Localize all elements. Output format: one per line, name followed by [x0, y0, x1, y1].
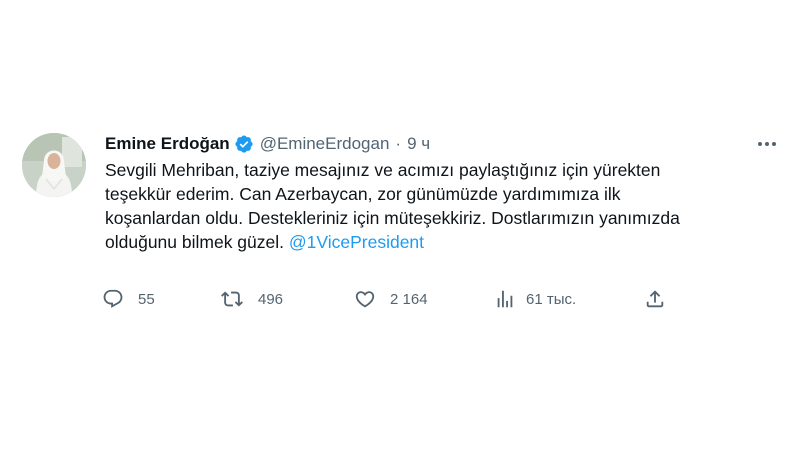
reply-icon [102, 288, 124, 310]
action-bar: 55 496 2 164 61 тыс. [102, 285, 682, 313]
tweet-text-line: koşanlardan oldu. Destekleriniz için müt… [105, 208, 680, 228]
verified-badge-icon [234, 134, 254, 154]
mention-link[interactable]: @1VicePresident [289, 232, 424, 252]
author-handle[interactable]: @EmineErdogan [260, 134, 390, 154]
author-name[interactable]: Emine Erdoğan [105, 134, 230, 154]
tweet-text-line: olduğunu bilmek güzel. @1VicePresident [105, 230, 785, 254]
reply-count: 55 [138, 290, 155, 308]
retweet-icon [220, 288, 244, 310]
like-count: 2 164 [390, 290, 428, 308]
retweet-button[interactable]: 496 [220, 285, 283, 313]
tweet-header: Emine Erdoğan @EmineErdogan · 9 ч [105, 131, 430, 157]
avatar[interactable] [22, 133, 86, 197]
tweet-text-segment: olduğunu bilmek güzel. [105, 232, 289, 252]
separator-dot: · [395, 134, 402, 153]
share-icon [644, 288, 666, 310]
views-chart-icon [494, 288, 516, 310]
tweet-text-line: teşekkür ederim. Can Azerbaycan, zor gün… [105, 184, 621, 204]
views-button[interactable]: 61 тыс. [494, 285, 576, 313]
reply-button[interactable]: 55 [102, 285, 155, 313]
timestamp[interactable]: 9 ч [407, 134, 430, 154]
like-button[interactable]: 2 164 [354, 285, 428, 313]
more-options-icon[interactable] [752, 133, 782, 155]
tweet-text: Sevgili Mehriban, taziye mesajınız ve ac… [105, 158, 785, 254]
tweet[interactable]: Emine Erdoğan @EmineErdogan · 9 ч Sevgil… [0, 0, 800, 450]
heart-icon [354, 288, 376, 310]
retweet-count: 496 [258, 290, 284, 308]
share-button[interactable] [644, 285, 666, 313]
tweet-text-line: Sevgili Mehriban, taziye mesajınız ve ac… [105, 160, 661, 180]
views-count: 61 тыс. [526, 290, 577, 308]
